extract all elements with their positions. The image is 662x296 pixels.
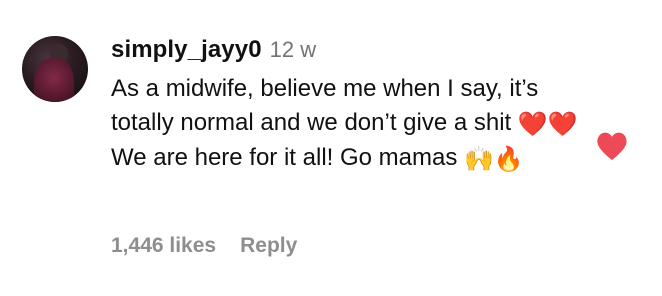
reply-button[interactable]: Reply [240, 234, 297, 258]
avatar[interactable] [22, 36, 88, 102]
comment-row: simply_jayy0 12 w As a midwife, believe … [0, 0, 662, 296]
comment-actions: 1,446 likes Reply [111, 234, 297, 258]
like-button[interactable] [596, 131, 628, 161]
comment-text-part1: As a midwife, believe me when I say, it’… [111, 75, 539, 136]
comment-header: simply_jayy0 12 w [111, 36, 591, 68]
red-heart-emoji: ❤️❤️ [517, 110, 578, 138]
likes-count[interactable]: 1,446 likes [111, 234, 216, 258]
comment-content: simply_jayy0 12 w As a midwife, believe … [111, 36, 591, 176]
comment-text: As a midwife, believe me when I say, it’… [111, 72, 581, 176]
comment-text-part2: We are here for it all! Go mamas [111, 144, 458, 171]
comment-timestamp[interactable]: 12 w [270, 37, 316, 63]
fire-emoji: 🔥 [493, 145, 524, 173]
username[interactable]: simply_jayy0 [111, 36, 262, 64]
heart-icon [597, 132, 627, 160]
raising-hands-emoji: 🙌 [464, 145, 494, 173]
avatar-figure [34, 58, 74, 102]
